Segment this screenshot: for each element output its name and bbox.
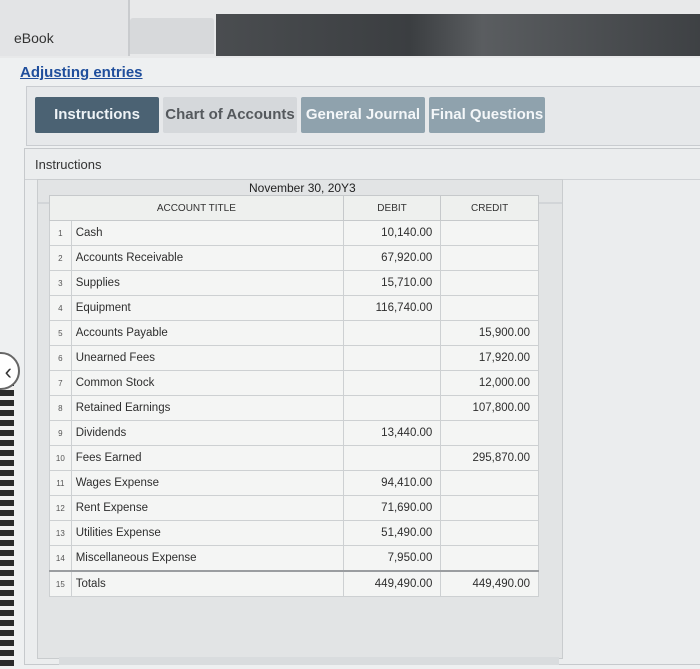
side-binding-strip: [0, 380, 14, 669]
credit-amount: 15,900.00: [440, 320, 539, 346]
row-number: 6: [49, 345, 72, 371]
credit-amount: 107,800.00: [440, 395, 539, 421]
table-row: 9 Dividends 13,440.00: [49, 420, 539, 446]
table-header-row: ACCOUNT TITLE DEBIT CREDIT: [49, 195, 539, 221]
page-title[interactable]: Adjusting entries: [20, 64, 143, 81]
account-title: Utilities Expense: [70, 520, 344, 546]
credit-amount: [440, 420, 539, 446]
top-dark-bar: [216, 14, 700, 56]
table-row: 1 Cash 10,140.00: [49, 220, 539, 246]
debit-amount: 51,490.00: [342, 520, 442, 546]
row-number: 15: [49, 570, 72, 597]
debit-amount: [342, 445, 442, 471]
tab-chart-of-accounts[interactable]: Chart of Accounts: [163, 97, 297, 133]
table-row: 8 Retained Earnings 107,800.00: [49, 395, 539, 421]
debit-amount: [342, 320, 442, 346]
debit-amount: [342, 370, 442, 396]
main-content: Adjusting entries Instructions Chart of …: [0, 58, 700, 669]
row-number: 9: [49, 420, 72, 446]
horizontal-scrollbar[interactable]: [59, 657, 559, 665]
debit-amount: 116,740.00: [342, 295, 442, 321]
credit-amount: 295,870.00: [440, 445, 539, 471]
row-number: 8: [49, 395, 72, 421]
credit-amount: [440, 470, 539, 496]
totals-row: 15 Totals 449,490.00 449,490.00: [49, 570, 539, 597]
credit-amount: [440, 545, 539, 572]
table-row: 4 Equipment 116,740.00: [49, 295, 539, 321]
debit-amount: 71,690.00: [342, 495, 442, 521]
credit-amount: [440, 495, 539, 521]
debit-amount: 7,950.00: [342, 545, 442, 572]
row-number: 2: [49, 245, 72, 271]
account-title: Fees Earned: [70, 445, 344, 471]
account-title: Totals: [70, 570, 344, 597]
account-title: Miscellaneous Expense: [70, 545, 344, 572]
credit-amount: 12,000.00: [440, 370, 539, 396]
row-number: 5: [49, 320, 72, 346]
table-row: 12 Rent Expense 71,690.00: [49, 495, 539, 521]
credit-amount: [440, 245, 539, 271]
header-debit: DEBIT: [342, 195, 442, 221]
table-row: 6 Unearned Fees 17,920.00: [49, 345, 539, 371]
account-title: Accounts Receivable: [70, 245, 344, 271]
header-account-title: ACCOUNT TITLE: [49, 195, 344, 221]
row-number: 13: [49, 520, 72, 546]
header-credit: CREDIT: [440, 195, 539, 221]
secondary-tab[interactable]: [130, 18, 214, 54]
ebook-tab[interactable]: eBook: [0, 0, 130, 56]
debit-total: 449,490.00: [342, 570, 442, 597]
table-row: 11 Wages Expense 94,410.00: [49, 470, 539, 496]
credit-amount: [440, 295, 539, 321]
ebook-label: eBook: [14, 30, 54, 46]
row-number: 4: [49, 295, 72, 321]
account-title: Retained Earnings: [70, 395, 344, 421]
table-row: 10 Fees Earned 295,870.00: [49, 445, 539, 471]
panel-label: Instructions: [35, 157, 102, 172]
instructions-panel: Instructions November 30, 20Y3 ACCOUNT T…: [24, 148, 700, 665]
table-row: 2 Accounts Receivable 67,920.00: [49, 245, 539, 271]
tab-final-questions[interactable]: Final Questions: [429, 97, 545, 133]
credit-amount: [440, 220, 539, 246]
table-row: 3 Supplies 15,710.00: [49, 270, 539, 296]
account-title: Wages Expense: [70, 470, 344, 496]
row-number: 1: [49, 220, 72, 246]
top-bar: eBook: [0, 0, 700, 58]
row-number: 14: [49, 545, 72, 572]
row-number: 3: [49, 270, 72, 296]
credit-total: 449,490.00: [440, 570, 539, 597]
trial-balance-table: ACCOUNT TITLE DEBIT CREDIT 1 Cash 10,140…: [49, 195, 539, 597]
statement-date: November 30, 20Y3: [249, 181, 356, 195]
debit-amount: 10,140.00: [342, 220, 442, 246]
debit-amount: 67,920.00: [342, 245, 442, 271]
account-title: Common Stock: [70, 370, 344, 396]
tab-general-journal[interactable]: General Journal: [301, 97, 425, 133]
debit-amount: [342, 395, 442, 421]
debit-amount: 13,440.00: [342, 420, 442, 446]
debit-amount: 15,710.00: [342, 270, 442, 296]
debit-amount: 94,410.00: [342, 470, 442, 496]
row-number: 11: [49, 470, 72, 496]
row-number: 10: [49, 445, 72, 471]
account-title: Unearned Fees: [70, 345, 344, 371]
credit-amount: 17,920.00: [440, 345, 539, 371]
credit-amount: [440, 520, 539, 546]
account-title: Cash: [70, 220, 344, 246]
tab-instructions[interactable]: Instructions: [35, 97, 159, 133]
tab-bar: Instructions Chart of Accounts General J…: [26, 86, 700, 146]
account-title: Accounts Payable: [70, 320, 344, 346]
table-row: 13 Utilities Expense 51,490.00: [49, 520, 539, 546]
debit-amount: [342, 345, 442, 371]
account-title: Dividends: [70, 420, 344, 446]
table-row: 5 Accounts Payable 15,900.00: [49, 320, 539, 346]
table-row: 14 Miscellaneous Expense 7,950.00: [49, 545, 539, 572]
credit-amount: [440, 270, 539, 296]
account-title: Equipment: [70, 295, 344, 321]
account-title: Rent Expense: [70, 495, 344, 521]
row-number: 12: [49, 495, 72, 521]
row-number: 7: [49, 370, 72, 396]
account-title: Supplies: [70, 270, 344, 296]
table-row: 7 Common Stock 12,000.00: [49, 370, 539, 396]
